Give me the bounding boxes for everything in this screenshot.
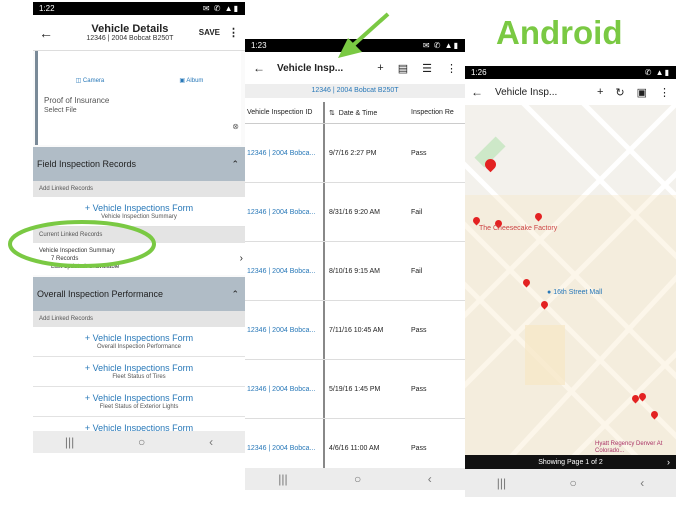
cell-date: 8/31/16 9:20 AM [329, 208, 380, 216]
table-row[interactable]: 12346 | 2004 Bobca... 8/31/16 9:20 AM Fail [245, 183, 465, 242]
map-icon[interactable]: ▤ [398, 62, 408, 75]
section-header-field-inspection[interactable]: Field Inspection Records ⌃ [33, 147, 245, 181]
page-indicator: Showing Page 1 of 2 [538, 458, 603, 466]
album-button[interactable]: ▣ Album [179, 77, 203, 84]
back-arrow-icon[interactable]: ← [471, 85, 483, 99]
chevron-right-icon: › [239, 253, 243, 264]
overflow-menu-icon[interactable]: ⋮ [228, 26, 239, 39]
cell-id: 12346 | 2004 Bobca... [245, 301, 325, 359]
home-icon[interactable]: ○ [570, 476, 577, 490]
page-title: Vehicle Insp... [495, 86, 558, 98]
col-header-date[interactable]: ⇅ Date & Time [325, 109, 409, 117]
form-link-3[interactable]: + Vehicle Inspections Form Fleet Status o… [33, 387, 245, 417]
camera-button[interactable]: ◫ Camera [76, 77, 105, 84]
back-icon[interactable]: ‹ [428, 472, 432, 486]
poi-mall[interactable]: ● 16th Street Mall [547, 289, 602, 296]
recents-icon[interactable]: ||| [278, 472, 287, 486]
col-header-id[interactable]: Vehicle Inspection ID [245, 102, 325, 123]
status-time: 1:22 [39, 4, 55, 13]
cell-result: Fail [411, 267, 423, 275]
table-row[interactable]: 12346 | 2004 Bobca... 5/19/16 1:45 PM Pass [245, 360, 465, 419]
home-icon[interactable]: ○ [138, 435, 145, 449]
cell-result: Pass [411, 444, 427, 452]
back-arrow-icon[interactable]: ← [253, 61, 265, 75]
inspection-summary-row[interactable]: Vehicle Inspection Summary 7 Records Las… [33, 243, 245, 275]
current-linked-label: Current Linked Records [33, 227, 245, 243]
map-streets [465, 105, 676, 455]
cell-date: 9/7/16 2:27 PM [329, 149, 377, 157]
proof-label: Proof of Insurance [44, 96, 110, 105]
vehicle-inspections-form-link[interactable]: + Vehicle Inspections Form Vehicle Inspe… [33, 197, 245, 227]
cell-date: 7/11/16 10:45 AM [329, 326, 384, 334]
app-bar: ← Vehicle Details 12346 | 2004 Bobcat B2… [33, 15, 245, 51]
back-icon[interactable]: ‹ [640, 476, 644, 490]
system-nav-bar: ||| ○ ‹ [245, 468, 465, 490]
chevron-up-icon: ⌃ [231, 158, 239, 169]
overflow-menu-icon[interactable]: ⋮ [659, 86, 670, 99]
cell-date: 4/6/16 11:00 AM [329, 444, 380, 452]
system-nav-bar: ||| ○ ‹ [465, 469, 676, 497]
page-title: Vehicle Insp... [277, 62, 344, 74]
add-icon[interactable]: + [597, 86, 603, 98]
cell-date: 8/10/16 9:15 AM [329, 267, 380, 275]
cell-result: Pass [411, 149, 427, 157]
chevron-up-icon: ⌃ [231, 288, 239, 299]
recents-icon[interactable]: ||| [497, 476, 506, 490]
image-icon[interactable]: ▣ [637, 86, 647, 99]
status-icons: ✆ ▲▮ [644, 68, 670, 77]
form-link-2[interactable]: + Vehicle Inspections Form Fleet Status o… [33, 357, 245, 387]
app-bar: ← Vehicle Insp... + ▤ ☰ ⋮ [245, 56, 465, 80]
page-subtitle: 12346 | 2004 Bobcat B250T [86, 35, 174, 42]
next-page-icon[interactable]: › [667, 457, 670, 467]
page-title: Vehicle Details [91, 23, 169, 35]
cell-id: 12346 | 2004 Bobca... [245, 360, 325, 418]
pagination-bar: Showing Page 1 of 2 › [465, 455, 676, 469]
add-linked-label: Add Linked Records [33, 181, 245, 197]
status-time: 1:26 [471, 68, 487, 77]
phone-vehicle-details: 1:22 ✉ ✆ ▲▮ ← Vehicle Details 12346 | 20… [33, 2, 245, 453]
cell-id: 12346 | 2004 Bobca... [245, 183, 325, 241]
table-row[interactable]: 12346 | 2004 Bobca... 9/7/16 2:27 PM Pass [245, 124, 465, 183]
status-icons: ✉ ✆ ▲▮ [202, 4, 239, 13]
cell-result: Pass [411, 385, 427, 393]
map-view[interactable]: The Cheesecake Factory ● 16th Street Mal… [465, 105, 676, 455]
section-header-overall-performance[interactable]: Overall Inspection Performance ⌃ [33, 277, 245, 311]
select-file-link[interactable]: Select File [44, 107, 241, 114]
table-row[interactable]: 12346 | 2004 Bobca... 7/11/16 10:45 AM Pas… [245, 301, 465, 360]
clear-icon[interactable]: ⊗ [232, 122, 239, 131]
form-link-1[interactable]: + Vehicle Inspections Form Overall Inspec… [33, 327, 245, 357]
cell-result: Pass [411, 326, 427, 334]
table-header: Vehicle Inspection ID ⇅ Date & Time Insp… [245, 102, 465, 124]
status-bar: 1:26 ✆ ▲▮ [465, 66, 676, 79]
list-icon[interactable]: ☰ [422, 62, 432, 75]
cell-id: 12346 | 2004 Bobca... [245, 124, 325, 182]
recents-icon[interactable]: ||| [65, 435, 74, 449]
system-nav-bar: ||| ○ ‹ [33, 431, 245, 453]
overflow-menu-icon[interactable]: ⋮ [446, 62, 457, 75]
phone-map-view: 1:26 ✆ ▲▮ ← Vehicle Insp... + ↻ ▣ ⋮ The … [465, 66, 676, 520]
refresh-icon[interactable]: ↻ [615, 86, 624, 99]
status-bar: 1:22 ✉ ✆ ▲▮ [33, 2, 245, 15]
cell-result: Fail [411, 208, 423, 216]
app-bar: ← Vehicle Insp... + ↻ ▣ ⋮ [465, 79, 676, 105]
phone-inspection-list: 1:23 ✉ ✆ ▲▮ ← Vehicle Insp... + ▤ ☰ ⋮ 12… [245, 39, 465, 490]
save-button[interactable]: SAVE [199, 28, 220, 37]
status-time: 1:23 [251, 41, 267, 50]
home-icon[interactable]: ○ [354, 472, 361, 486]
add-icon[interactable]: + [377, 62, 383, 74]
back-arrow-icon[interactable]: ← [39, 25, 61, 41]
table-row[interactable]: 12346 | 2004 Bobca... 8/10/16 9:15 AM Fail [245, 242, 465, 301]
poi-cheesecake[interactable]: The Cheesecake Factory [479, 225, 557, 232]
breadcrumb[interactable]: 12346 | 2004 Bobcat B250T [245, 84, 465, 98]
add-linked-label: Add Linked Records [33, 311, 245, 327]
col-header-result[interactable]: Inspection Re [409, 109, 465, 116]
back-icon[interactable]: ‹ [209, 435, 213, 449]
cell-id: 12346 | 2004 Bobca... [245, 242, 325, 300]
poi-hyatt[interactable]: Hyatt Regency Denver At Colorado... [595, 441, 675, 455]
attachment-card: ◫ Camera ▣ Album Proof of Insurance Sele… [35, 51, 241, 145]
status-icons: ✉ ✆ ▲▮ [422, 41, 459, 50]
cell-date: 5/19/16 1:45 PM [329, 385, 381, 393]
android-heading: Android [496, 14, 623, 51]
status-bar: 1:23 ✉ ✆ ▲▮ [245, 39, 465, 52]
